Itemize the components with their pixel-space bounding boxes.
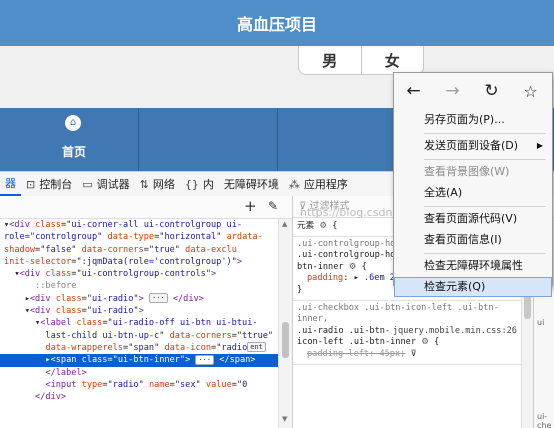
css-rule: .ui-checkbox .ui-btn-icon-left .ui-btn-i… (293, 301, 521, 365)
tab-debugger[interactable]: ▭ 调试器 (77, 172, 134, 196)
menu-item[interactable]: 查看页面信息(I) (394, 230, 552, 250)
markup-line[interactable]: ▾<div class="ui-corner-all ui-controlgro… (0, 219, 278, 231)
side-fragment: ui-che (537, 412, 552, 428)
tab-network[interactable]: ⇅ 网络 (135, 172, 180, 196)
tab-network-label: 网络 (152, 178, 175, 191)
menu-item[interactable]: 发送页面到设备(D) ▶ (394, 136, 552, 156)
markup-line-selected[interactable]: ▸<span class="ui-btn-inner"> ··· </span> (0, 354, 278, 367)
add-node-button[interactable]: + (244, 197, 257, 215)
menu-item[interactable]: 另存页面为(P)... (394, 110, 552, 130)
submenu-arrow-icon: ▶ (536, 141, 543, 150)
scrollbar-thumb[interactable] (282, 322, 289, 358)
inspector-toolbar: + ✎ (0, 196, 292, 219)
menu-item-label: 查看背景图像(W) (424, 165, 510, 178)
markup-line[interactable]: <input type="radio" name="sex" value="0 (0, 379, 278, 391)
menu-item-label: 另存页面为(P)... (424, 113, 505, 126)
markup-tree[interactable]: ▾<div class="ui-corner-all ui-controlgro… (0, 219, 278, 428)
settings-gear-icon[interactable]: ⚙ (421, 337, 429, 347)
menu-separator (424, 159, 546, 160)
inspector-panel: + ✎ ▾<div class="ui-corner-all ui-contro… (0, 196, 293, 428)
menu-item-label: 全选(A) (424, 186, 463, 199)
rule-declaration[interactable]: padding-left: 45px; ⊽ (297, 349, 517, 361)
nav-item-home-label: 首页 (61, 145, 86, 159)
menu-item[interactable]: 检查元素(Q) (394, 277, 552, 297)
rule-prop: padding-left (307, 348, 370, 359)
side-fragment: ui (537, 318, 545, 327)
settings-gear-icon[interactable]: ⚙ (349, 262, 357, 272)
gender-radio-group: 男 女 (298, 46, 424, 75)
markup-line[interactable]: last-child ui-btn-up-c" data-corners="tt… (0, 330, 278, 342)
eyedropper-icon[interactable]: ✎ (268, 199, 278, 213)
menu-item[interactable]: 检查无障碍环境属性 (394, 256, 552, 276)
application-icon: ⁂ (288, 177, 300, 191)
tab-style-editor-label: 内 (202, 178, 214, 191)
tab-accessibility[interactable]: 无障碍环境 (219, 172, 284, 196)
tab-console-label: 控制台 (39, 178, 73, 191)
rule-prop: padding (307, 273, 344, 284)
scroll-up-icon[interactable]: ▲ (282, 220, 287, 228)
menu-item[interactable]: 查看页面源代码(V) (394, 209, 552, 229)
page-title: 高血压项目 (236, 15, 317, 34)
markup-line[interactable]: data-wrapperels="span" data-icon="radio e… (0, 342, 278, 354)
markup-line[interactable]: role="controlgroup" data-type="horizonta… (0, 231, 278, 243)
menu-item-label: 检查无障碍环境属性 (424, 259, 523, 272)
menu-separator (424, 253, 546, 254)
back-arrow-icon[interactable]: ← (394, 81, 433, 101)
markup-scrollbar[interactable]: ▲ ▼ (278, 219, 293, 428)
scroll-down-icon[interactable]: ▼ (282, 415, 287, 423)
console-icon: ⊡ (26, 177, 36, 191)
reload-icon[interactable]: ↻ (472, 81, 511, 101)
style-editor-icon: {} (184, 177, 199, 191)
tab-inspector[interactable]: 器 (0, 172, 21, 196)
gender-male-radio[interactable]: 男 (299, 46, 361, 74)
app-header: 高血压项目 (0, 0, 554, 46)
menu-separator (424, 133, 546, 134)
rule-value: 45px (379, 348, 401, 359)
menu-separator (424, 206, 546, 207)
tab-inspector-label: 器 (5, 177, 16, 190)
tab-debugger-label: 调试器 (96, 178, 130, 191)
debugger-icon: ▭ (82, 177, 93, 191)
menu-item-label: 查看页面信息(I) (424, 233, 502, 246)
tab-console[interactable]: ⊡ 控制台 (21, 172, 77, 196)
markup-line[interactable]: ▾<label class="ui-radio-off ui-btn ui-bt… (0, 317, 278, 329)
markup-line[interactable]: ▸<div class="ui-radio"> ··· </div> (0, 293, 278, 305)
nav-item-home[interactable]: ⌂ 首页 (0, 108, 139, 171)
network-icon: ⇅ (139, 177, 149, 191)
markup-line[interactable]: shadow="false" data-corners="true" data-… (0, 244, 278, 256)
context-menu: ← → ↻ ☆ 另存页面为(P)... 发送页面到设备(D) ▶ 查看背景图像(W) 全… (393, 72, 553, 297)
markup-line[interactable]: </label> (0, 367, 278, 379)
context-nav-row: ← → ↻ ☆ (394, 73, 552, 109)
nav-item-2[interactable] (139, 108, 278, 171)
markup-line[interactable]: ::before (0, 280, 278, 292)
tab-application[interactable]: ⁂ 应用程序 (284, 172, 353, 196)
filter-icon: ⊽ (410, 348, 417, 359)
tab-style-editor[interactable]: {} 内 (180, 172, 219, 196)
rule-selector-gray: .ui-checkbox .ui-btn-icon-left .ui-btn-i… (297, 302, 499, 325)
markup-line[interactable]: </div> (0, 391, 278, 403)
tab-accessibility-label: 无障碍环境 (223, 178, 279, 191)
settings-gear-icon[interactable]: ⚙ (319, 221, 327, 231)
menu-item-label: 发送页面到设备(D) (424, 139, 519, 152)
menu-item[interactable]: 全选(A) (394, 183, 552, 203)
menu-item-label: 查看页面源代码(V) (424, 212, 518, 225)
tab-application-label: 应用程序 (303, 178, 348, 191)
bookmark-star-icon[interactable]: ☆ (511, 82, 550, 101)
menu-item-label: 检查元素(Q) (424, 280, 486, 293)
element-rule-label: 元素 (297, 221, 315, 231)
markup-line[interactable]: ▾<div class="ui-radio"> (0, 305, 278, 317)
markup-line[interactable]: ▾<div class="ui-controlgroup-controls"> (0, 268, 278, 280)
home-icon: ⌂ (65, 115, 81, 131)
forward-arrow-icon[interactable]: → (433, 81, 472, 101)
markup-line[interactable]: init-selector=":jqmData(role='controlgro… (0, 256, 278, 268)
gender-female-radio[interactable]: 女 (360, 46, 424, 74)
menu-item[interactable]: 查看背景图像(W) (394, 162, 552, 182)
rule-source-link[interactable]: jquery.mobile.min.css:26 (393, 326, 517, 338)
